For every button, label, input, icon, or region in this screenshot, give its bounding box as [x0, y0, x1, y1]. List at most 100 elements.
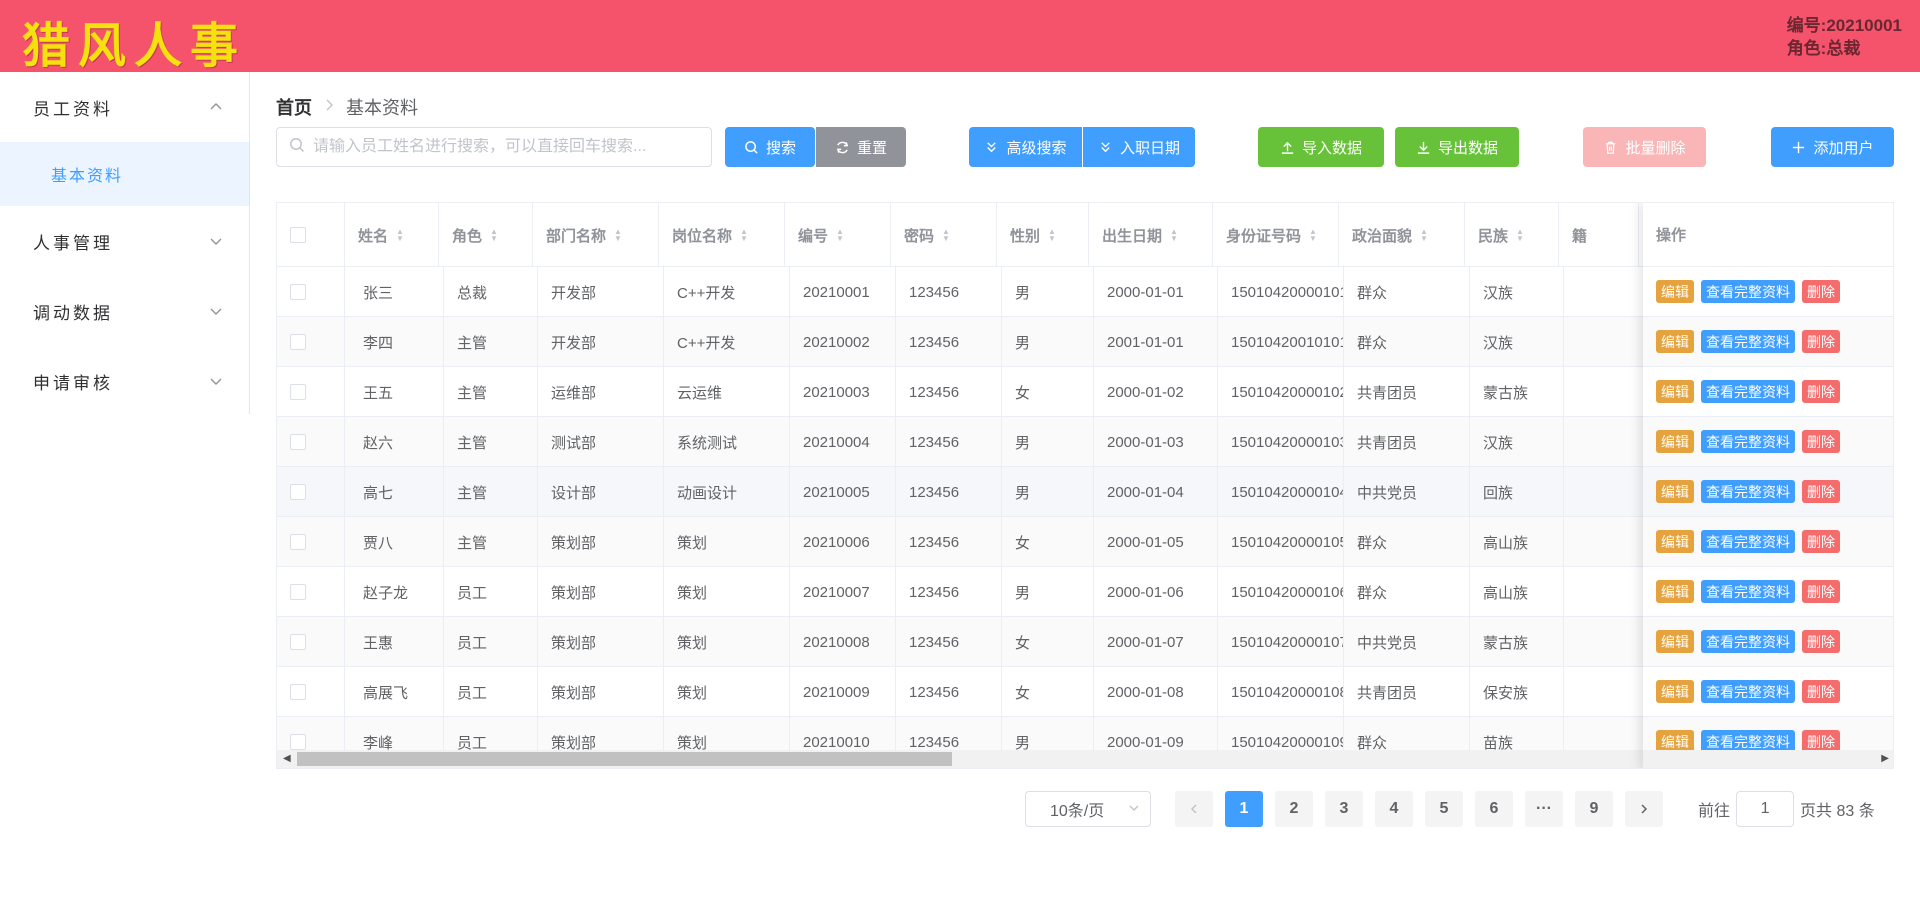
column-header[interactable]: 籍	[1559, 203, 1639, 267]
view-full-profile-button[interactable]: 查看完整资料	[1701, 330, 1795, 353]
page-number-button[interactable]: 3	[1325, 791, 1363, 827]
view-full-profile-button[interactable]: 查看完整资料	[1701, 680, 1795, 703]
table-cell: 150104200101010010	[1218, 317, 1344, 367]
next-page-button[interactable]	[1625, 791, 1663, 827]
sidebar-item-approval[interactable]: 申请审核	[0, 346, 249, 416]
row-actions: 编辑 查看完整资料 删除	[1643, 317, 1893, 367]
edit-button[interactable]: 编辑	[1656, 630, 1694, 653]
row-checkbox[interactable]	[290, 334, 306, 350]
edit-button[interactable]: 编辑	[1656, 280, 1694, 303]
table-cell: 赵子龙	[350, 567, 444, 617]
edit-button[interactable]: 编辑	[1656, 380, 1694, 403]
delete-button[interactable]: 删除	[1802, 380, 1840, 403]
sort-caret-icon[interactable]: ▲ ▼	[942, 228, 950, 243]
column-header[interactable]: 岗位名称 ▲ ▼	[659, 203, 785, 267]
column-header[interactable]: 编号 ▲ ▼	[785, 203, 891, 267]
sort-caret-icon[interactable]: ▲ ▼	[836, 228, 844, 243]
column-header[interactable]: 部门名称 ▲ ▼	[533, 203, 659, 267]
row-checkbox[interactable]	[290, 434, 306, 450]
row-checkbox[interactable]	[290, 684, 306, 700]
page-number-button[interactable]: 4	[1375, 791, 1413, 827]
row-checkbox[interactable]	[290, 534, 306, 550]
table-cell: 共青团员	[1344, 367, 1470, 417]
column-header[interactable]: 密码 ▲ ▼	[891, 203, 997, 267]
sort-caret-icon[interactable]: ▲ ▼	[1309, 228, 1317, 243]
scroll-right-icon[interactable]: ▶	[1881, 750, 1889, 768]
page-number-button[interactable]: 6	[1475, 791, 1513, 827]
edit-button[interactable]: 编辑	[1656, 480, 1694, 503]
sort-caret-icon[interactable]: ▲ ▼	[1048, 228, 1056, 243]
view-full-profile-button[interactable]: 查看完整资料	[1701, 380, 1795, 403]
page-number-button[interactable]: 1	[1225, 791, 1263, 827]
add-user-button[interactable]: 添加用户	[1771, 127, 1894, 167]
delete-button[interactable]: 删除	[1802, 480, 1840, 503]
sort-caret-icon[interactable]: ▲ ▼	[1420, 228, 1428, 243]
select-all-checkbox[interactable]	[290, 227, 306, 243]
breadcrumb-home[interactable]: 首页	[276, 94, 312, 120]
column-header[interactable]: 身份证号码 ▲ ▼	[1213, 203, 1339, 267]
import-data-button[interactable]: 导入数据	[1258, 127, 1384, 167]
column-header[interactable]: 姓名 ▲ ▼	[345, 203, 439, 267]
horizontal-scrollbar-right[interactable]: ▶	[1643, 750, 1893, 768]
prev-page-button[interactable]	[1175, 791, 1213, 827]
sidebar-item-transfer-data[interactable]: 调动数据	[0, 276, 249, 346]
column-header[interactable]: 出生日期 ▲ ▼	[1089, 203, 1213, 267]
sort-caret-icon[interactable]: ▲ ▼	[1170, 228, 1178, 243]
page-number-button[interactable]: 9	[1575, 791, 1613, 827]
delete-button[interactable]: 删除	[1802, 530, 1840, 553]
scrollbar-thumb[interactable]	[297, 752, 952, 766]
search-button[interactable]: 搜索	[725, 127, 815, 167]
edit-button[interactable]: 编辑	[1656, 530, 1694, 553]
delete-button[interactable]: 删除	[1802, 330, 1840, 353]
page-number-button[interactable]: 2	[1275, 791, 1313, 827]
delete-button[interactable]: 删除	[1802, 680, 1840, 703]
row-checkbox[interactable]	[290, 284, 306, 300]
view-full-profile-button[interactable]: 查看完整资料	[1701, 430, 1795, 453]
row-checkbox[interactable]	[290, 384, 306, 400]
column-header[interactable]: 民族 ▲ ▼	[1465, 203, 1559, 267]
view-full-profile-button[interactable]: 查看完整资料	[1701, 630, 1795, 653]
horizontal-scrollbar[interactable]: ◀	[277, 750, 1645, 768]
table-cell: 2001-01-01	[1094, 317, 1218, 367]
delete-button[interactable]: 删除	[1802, 430, 1840, 453]
delete-button[interactable]: 删除	[1802, 280, 1840, 303]
sort-caret-icon[interactable]: ▲ ▼	[396, 228, 404, 243]
edit-button[interactable]: 编辑	[1656, 680, 1694, 703]
view-full-profile-button[interactable]: 查看完整资料	[1701, 480, 1795, 503]
delete-button[interactable]: 删除	[1802, 580, 1840, 603]
column-header[interactable]: 性别 ▲ ▼	[997, 203, 1089, 267]
edit-button[interactable]: 编辑	[1656, 430, 1694, 453]
search-input[interactable]	[313, 138, 693, 156]
view-full-profile-button[interactable]: 查看完整资料	[1701, 530, 1795, 553]
view-full-profile-button[interactable]: 查看完整资料	[1701, 280, 1795, 303]
delete-button[interactable]: 删除	[1802, 630, 1840, 653]
sort-caret-icon[interactable]: ▲ ▼	[490, 228, 498, 243]
sort-caret-icon[interactable]: ▲ ▼	[740, 228, 748, 243]
sort-caret-icon[interactable]: ▲ ▼	[614, 228, 622, 243]
more-pages-button[interactable]: ···	[1525, 791, 1563, 827]
row-checkbox[interactable]	[290, 584, 306, 600]
edit-button[interactable]: 编辑	[1656, 580, 1694, 603]
export-data-button[interactable]: 导出数据	[1395, 127, 1519, 167]
row-checkbox[interactable]	[290, 634, 306, 650]
scroll-left-icon[interactable]: ◀	[283, 750, 291, 768]
advanced-search-button[interactable]: 高级搜索	[969, 127, 1082, 167]
sidebar-item-employee-info[interactable]: 员工资料	[0, 72, 249, 142]
page-number-button[interactable]: 5	[1425, 791, 1463, 827]
hire-date-button[interactable]: 入职日期	[1083, 127, 1195, 167]
view-full-profile-button[interactable]: 查看完整资料	[1701, 580, 1795, 603]
column-header[interactable]: 角色 ▲ ▼	[439, 203, 533, 267]
sidebar-subitem-basic-info[interactable]: 基本资料	[0, 142, 249, 206]
sidebar-item-hr-management[interactable]: 人事管理	[0, 206, 249, 276]
page-size-value: 10条/页	[1050, 803, 1105, 820]
batch-delete-button[interactable]: 批量删除	[1583, 127, 1706, 167]
edit-button[interactable]: 编辑	[1656, 330, 1694, 353]
sort-caret-icon[interactable]: ▲ ▼	[1516, 228, 1524, 243]
reset-button[interactable]: 重置	[816, 127, 906, 167]
user-info[interactable]: 编号:20210001 角色:总裁	[1787, 14, 1902, 60]
goto-page-input[interactable]	[1736, 791, 1795, 827]
page-size-select[interactable]: 10条/页	[1025, 791, 1151, 827]
row-checkbox[interactable]	[290, 484, 306, 500]
column-header[interactable]: 政治面貌 ▲ ▼	[1339, 203, 1465, 267]
row-checkbox[interactable]	[290, 734, 306, 750]
